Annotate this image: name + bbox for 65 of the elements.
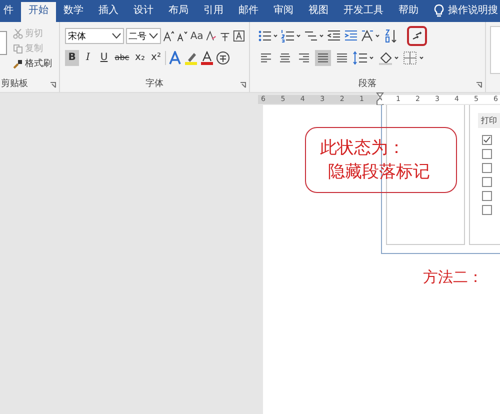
character-border-icon[interactable] [233, 29, 245, 43]
format-button[interactable]: x² [149, 50, 163, 66]
highlighter-icon[interactable] [184, 51, 198, 65]
format-button[interactable]: abc [113, 50, 131, 66]
checkbox[interactable] [482, 191, 492, 201]
shading-icon[interactable] [378, 51, 400, 65]
font-name-dropdown[interactable]: 宋体 [65, 28, 124, 44]
shrink-font-icon[interactable] [176, 29, 188, 43]
ribbon-tab[interactable]: 件 [0, 2, 21, 22]
panel-header: 打印 [478, 113, 500, 128]
numbered-list-icon[interactable] [281, 29, 301, 43]
show-hide-marks-button[interactable] [407, 26, 427, 46]
enclosed-character-icon[interactable] [216, 51, 230, 65]
format-button[interactable]: B [65, 50, 79, 66]
change-case-button[interactable]: Aa [190, 30, 204, 42]
paintbrush-icon [13, 58, 23, 68]
decrease-indent-icon[interactable] [327, 29, 341, 43]
group-label: 字体 [144, 78, 164, 90]
heading-text: 方法二： [423, 268, 484, 287]
dialog-launcher-icon[interactable] [476, 82, 482, 88]
ribbon-tab[interactable]: 视图 [301, 2, 336, 22]
checkbox[interactable] [482, 205, 492, 215]
ribbon-tab[interactable]: 开始 [21, 2, 56, 22]
ribbon-tab[interactable]: 数学 [56, 2, 91, 22]
ribbon-tab[interactable]: 帮助 [391, 2, 426, 22]
ribbon-tab[interactable]: 布局 [161, 2, 196, 22]
ribbon-tab[interactable]: 设计 [126, 2, 161, 22]
formatting-marks-icon [411, 30, 423, 42]
dialog-launcher-icon[interactable] [240, 82, 246, 88]
ribbon-tab[interactable]: 开发工具 [336, 2, 391, 22]
dialog-launcher-icon[interactable] [50, 82, 56, 88]
format-button[interactable]: I [81, 50, 95, 66]
chevron-down-icon [148, 33, 158, 39]
line-spacing-icon[interactable] [353, 51, 375, 65]
ribbon-tab[interactable]: 插入 [91, 2, 126, 22]
sort-icon[interactable] [384, 29, 398, 43]
checkbox[interactable] [482, 149, 492, 159]
checkbox[interactable] [482, 135, 492, 145]
checkbox[interactable] [482, 163, 492, 173]
ribbon-tab[interactable]: 审阅 [266, 2, 301, 22]
increase-indent-icon[interactable] [344, 29, 358, 43]
clear-format-icon[interactable] [205, 29, 218, 43]
format-button[interactable]: x₂ [133, 50, 147, 66]
multilevel-list-icon[interactable] [304, 29, 324, 43]
clipboard-button[interactable]: 格式刷 [13, 57, 52, 70]
format-button[interactable]: U [97, 50, 111, 66]
bullet-list-icon[interactable] [258, 29, 278, 43]
align-button[interactable] [315, 50, 331, 66]
chinese-layout-icon[interactable] [361, 29, 381, 43]
group-label: 段落 [358, 78, 378, 90]
checkbox[interactable] [482, 177, 492, 187]
group-label: 剪贴板 [1, 78, 29, 90]
font-color-icon[interactable] [200, 51, 214, 65]
ribbon-tab[interactable]: 邮件 [231, 2, 266, 22]
lightbulb-icon [434, 4, 444, 18]
copy-icon [13, 44, 23, 54]
tell-me-search-field[interactable]: 操作说明搜 [448, 2, 498, 22]
callout-text: 此状态为： [320, 137, 406, 160]
scissors-icon [13, 28, 23, 38]
grow-font-icon[interactable] [162, 29, 174, 43]
ribbon-tab[interactable]: 引用 [196, 2, 231, 22]
callout-text: 隐藏段落标记 [327, 161, 431, 184]
font-size-dropdown[interactable]: 二号 [126, 28, 161, 44]
text-effects-icon[interactable] [168, 51, 182, 65]
chevron-down-icon [112, 33, 121, 39]
